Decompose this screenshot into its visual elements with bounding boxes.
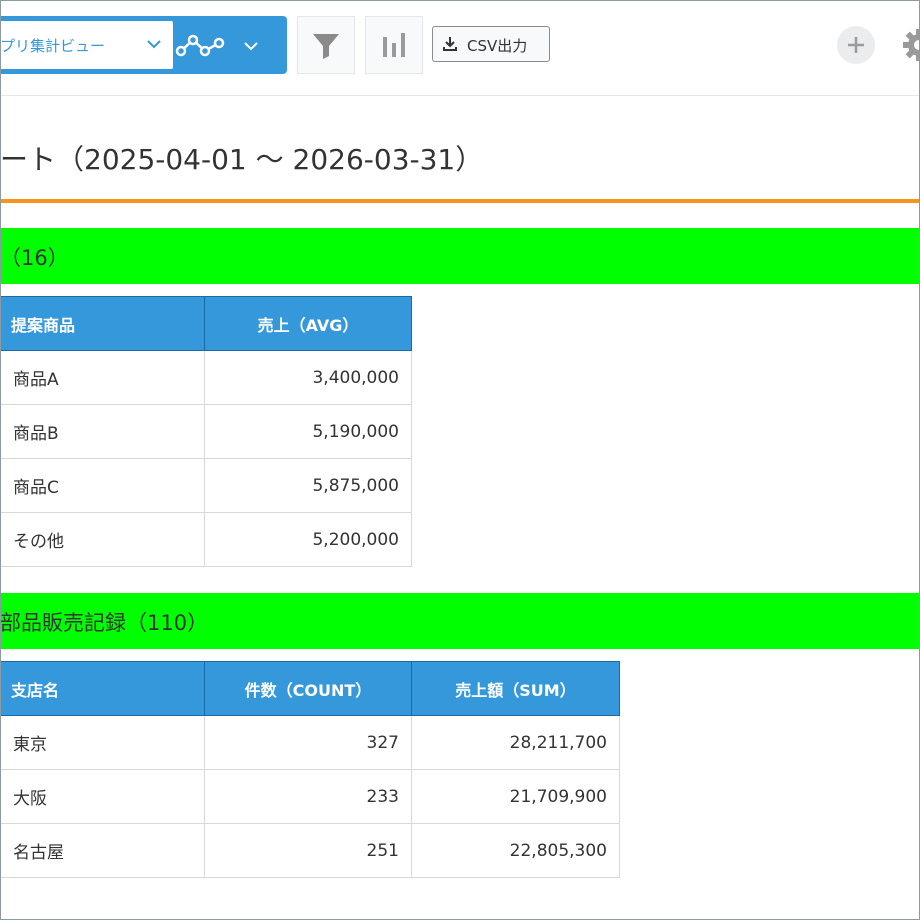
section-header-1: （16） <box>0 228 920 284</box>
report-title: ート（2025-04-01 ～ 2026-03-31） <box>0 143 484 176</box>
table-cell: 名古屋 <box>0 823 205 878</box>
table-cell: 22,805,300 <box>411 823 620 878</box>
column-header: 提案商品 <box>0 296 205 351</box>
column-header: 件数（COUNT） <box>204 661 412 716</box>
column-header: 売上（AVG） <box>204 296 412 351</box>
csv-export-button[interactable]: CSV出力 <box>432 26 550 62</box>
title-underline <box>0 199 920 203</box>
filter-button[interactable] <box>297 16 355 74</box>
table-row: その他 5,200,000 <box>0 512 412 567</box>
table-header-row: 提案商品 売上（AVG） <box>0 296 412 351</box>
chart-settings-button[interactable] <box>365 16 423 74</box>
bar-chart-icon <box>383 33 405 57</box>
line-graph-icon[interactable] <box>175 31 227 61</box>
table-cell: 東京 <box>0 715 205 770</box>
table-cell: 大阪 <box>0 769 205 824</box>
chevron-down-icon <box>147 40 161 49</box>
table-cell: 商品C <box>0 458 205 513</box>
table-cell: その他 <box>0 512 205 567</box>
filter-icon <box>313 34 339 59</box>
table-cell: 5,875,000 <box>204 458 412 513</box>
view-selector-group: プリ集計ビュー <box>0 16 287 74</box>
summary-table-2: 支店名 件数（COUNT） 売上額（SUM） 東京 327 28,211,700… <box>0 661 620 878</box>
column-header: 売上額（SUM） <box>411 661 620 716</box>
table-cell: 5,200,000 <box>204 512 412 567</box>
table-cell: 5,190,000 <box>204 404 412 459</box>
gear-icon[interactable] <box>902 28 920 62</box>
view-selector-label: プリ集計ビュー <box>0 37 106 55</box>
toolbar: プリ集計ビュー CSV出力 <box>0 0 920 96</box>
table-row: 商品C 5,875,000 <box>0 458 412 513</box>
table-cell: 商品A <box>0 350 205 405</box>
table-row: 名古屋 251 22,805,300 <box>0 823 620 878</box>
table-cell: 251 <box>204 823 412 878</box>
table-row: 商品A 3,400,000 <box>0 350 412 405</box>
section-header-2: 部品販売記録（110） <box>0 593 920 649</box>
csv-export-label: CSV出力 <box>467 37 528 55</box>
table-row: 東京 327 28,211,700 <box>0 715 620 770</box>
table-cell: 28,211,700 <box>411 715 620 770</box>
plus-icon <box>848 37 864 53</box>
table-cell: 3,400,000 <box>204 350 412 405</box>
section-header-1-label: （16） <box>0 246 69 270</box>
table-header-row: 支店名 件数（COUNT） 売上額（SUM） <box>0 661 620 716</box>
summary-table-1: 提案商品 売上（AVG） 商品A 3,400,000 商品B 5,190,000… <box>0 296 412 567</box>
table-cell: 商品B <box>0 404 205 459</box>
download-icon <box>443 37 457 51</box>
chevron-down-icon[interactable] <box>239 35 263 57</box>
column-header: 支店名 <box>0 661 205 716</box>
table-row: 大阪 233 21,709,900 <box>0 769 620 824</box>
add-button[interactable] <box>837 26 875 64</box>
table-row: 商品B 5,190,000 <box>0 404 412 459</box>
section-header-2-label: 部品販売記録（110） <box>0 611 209 635</box>
view-selector[interactable]: プリ集計ビュー <box>0 21 173 69</box>
table-cell: 233 <box>204 769 412 824</box>
table-cell: 327 <box>204 715 412 770</box>
table-cell: 21,709,900 <box>411 769 620 824</box>
